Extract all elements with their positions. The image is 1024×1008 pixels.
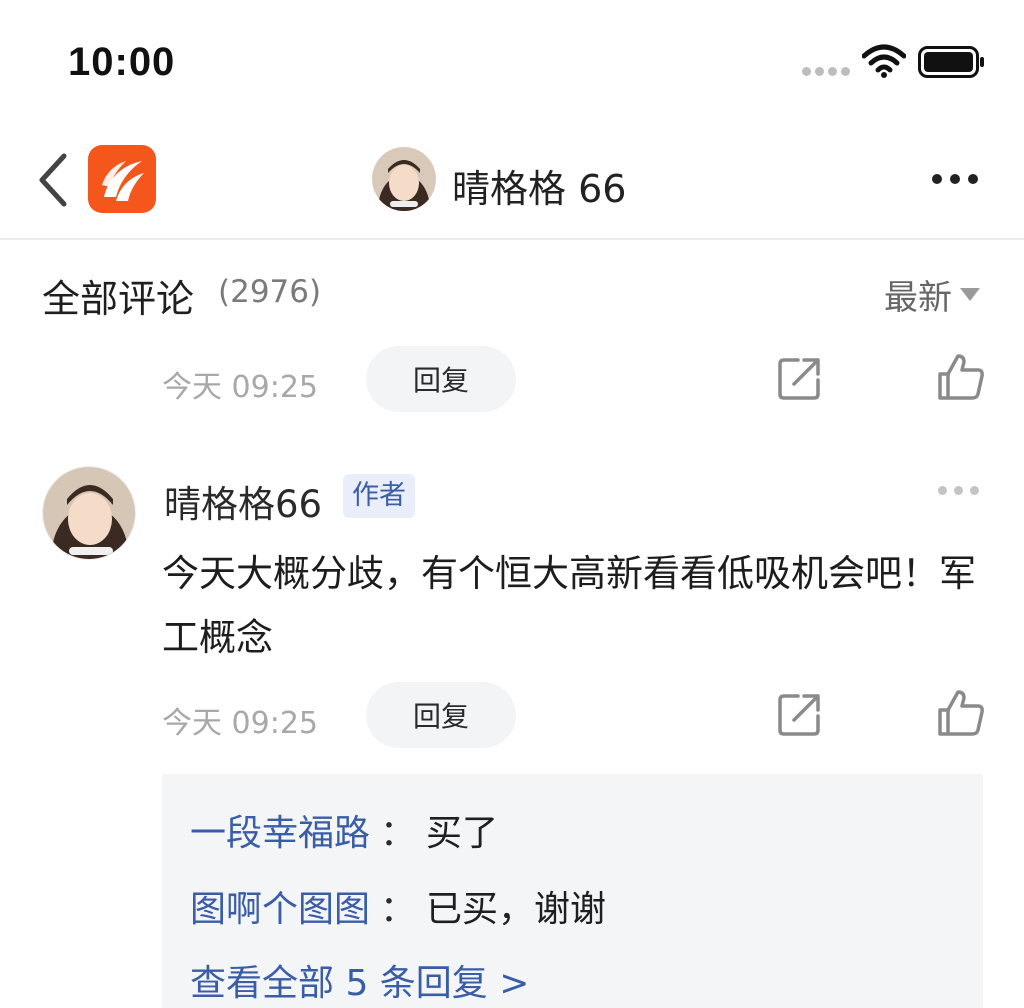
comments-page: 10:00 晴格格 66 全部评论 (2976) 最新 今天 09:25 回复 … xyxy=(0,0,1024,1008)
reply-text: 买了 xyxy=(426,813,499,854)
comments-title: 全部评论 xyxy=(42,277,195,321)
comment-text: 今天大概分歧，有个恒大高新看看低吸机会吧！军工概念 xyxy=(162,552,976,659)
author-badge: 作者 xyxy=(343,474,415,518)
reply-button[interactable]: 回复 xyxy=(366,346,516,412)
sort-label: 最新 xyxy=(884,278,952,318)
share-icon[interactable] xyxy=(776,354,824,402)
status-time: 10:00 xyxy=(68,40,176,84)
reply-item[interactable]: 一段幸福路：买了 xyxy=(190,804,498,856)
battery-icon xyxy=(918,46,984,78)
sort-dropdown[interactable]: 最新 xyxy=(884,270,980,319)
nav-bar: 晴格格 66 xyxy=(0,130,1024,240)
chevron-left-icon[interactable] xyxy=(36,152,70,208)
wifi-icon xyxy=(862,44,906,78)
reply-text: 已买，谢谢 xyxy=(426,889,607,930)
nav-title: 晴格格 66 xyxy=(452,167,627,211)
thumbs-up-icon[interactable] xyxy=(936,688,986,738)
nav-avatar[interactable] xyxy=(372,147,436,211)
signal-icon xyxy=(802,67,850,76)
reply-separator: ： xyxy=(380,813,417,854)
reply-item[interactable]: 图啊个图图：已买，谢谢 xyxy=(190,880,606,932)
triangle-down-icon xyxy=(960,287,980,301)
reply-user[interactable]: 图啊个图图 xyxy=(190,889,370,930)
comment-timestamp: 今天 09:25 xyxy=(162,370,318,405)
status-bar: 10:00 xyxy=(0,0,1024,120)
share-icon[interactable] xyxy=(776,690,824,738)
app-logo[interactable] xyxy=(88,145,156,213)
more-horizontal-icon[interactable] xyxy=(938,486,979,495)
comment-author[interactable]: 晴格格66 xyxy=(164,474,322,528)
previous-comment-actions: 今天 09:25 回复 xyxy=(0,346,1024,416)
reply-button[interactable]: 回复 xyxy=(366,682,516,748)
comment-timestamp: 今天 09:25 xyxy=(162,706,318,741)
comments-header: 全部评论 (2976) 最新 xyxy=(0,242,1024,342)
avatar[interactable] xyxy=(42,466,136,560)
comments-count: (2976) xyxy=(218,274,322,310)
replies-box: 一段幸福路：买了 图啊个图图：已买，谢谢 查看全部 5 条回复 > xyxy=(162,774,983,1008)
thumbs-up-icon[interactable] xyxy=(936,352,986,402)
reply-user[interactable]: 一段幸福路 xyxy=(190,813,370,854)
comment-actions: 今天 09:25 回复 xyxy=(0,682,1024,752)
reply-separator: ： xyxy=(380,889,417,930)
view-all-replies-link[interactable]: 查看全部 5 条回复 > xyxy=(190,954,529,1006)
more-horizontal-icon[interactable] xyxy=(932,174,978,184)
